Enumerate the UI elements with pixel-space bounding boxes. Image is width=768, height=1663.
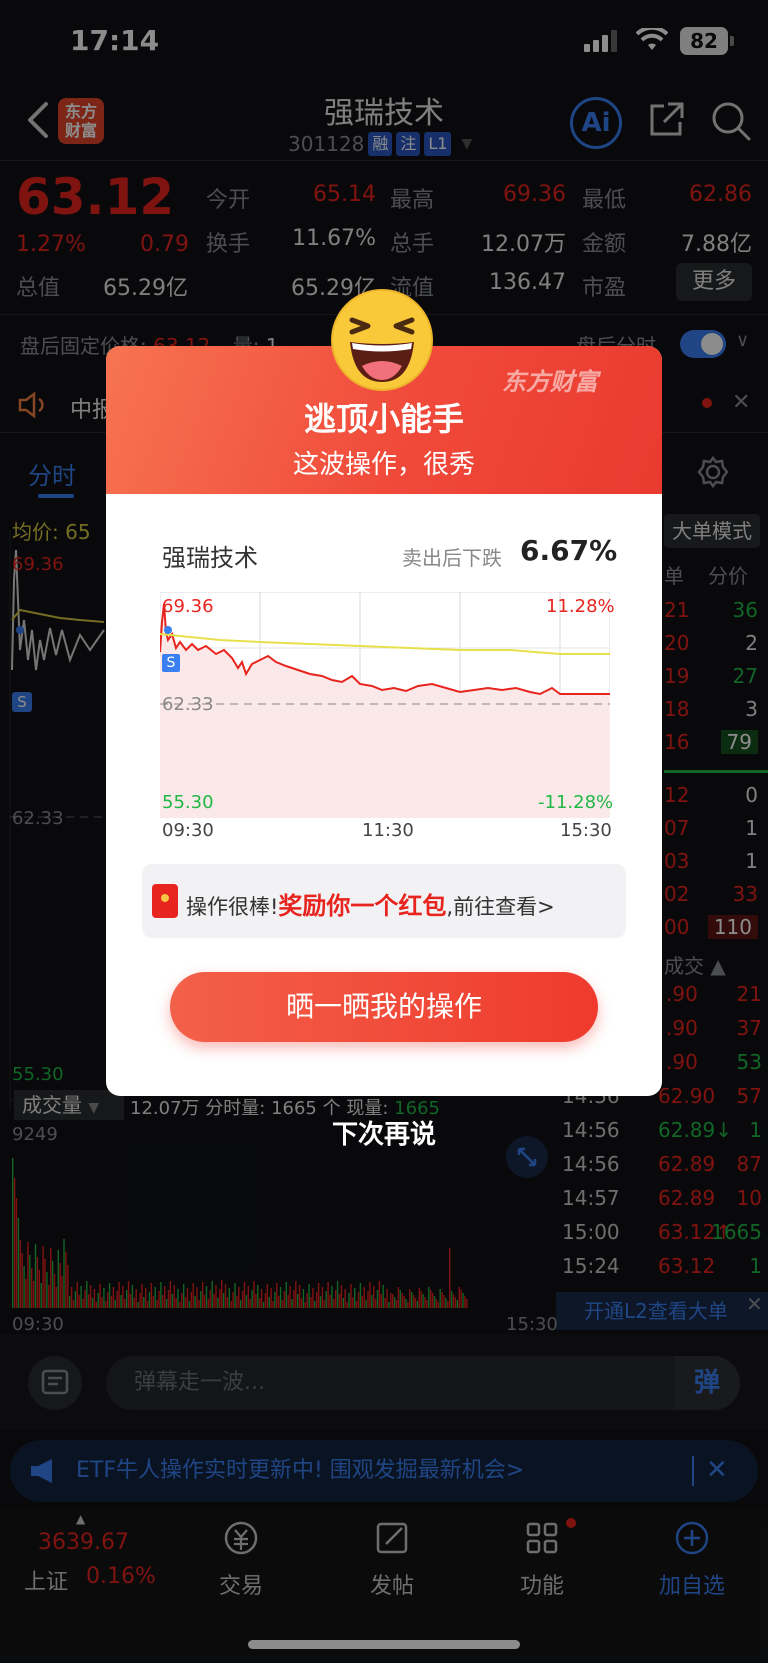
achievement-modal: 东方财富 逃顶小能手 这波操作，很秀 强瑞技术 卖出后下跌 6.67% 69.3… bbox=[106, 346, 662, 1096]
reward-text: 操作很棒!奖励你一个红包,前往查看> bbox=[186, 892, 555, 920]
modal-subtitle: 这波操作，很秀 bbox=[292, 450, 475, 480]
modal-price-chart bbox=[160, 592, 610, 818]
modal-title: 逃顶小能手 bbox=[303, 400, 464, 438]
share-operation-button[interactable]: 晒一晒我的操作 bbox=[170, 972, 598, 1042]
modal-stock-name: 强瑞技术 bbox=[162, 544, 258, 572]
modal-chart-high-pct: 11.28% bbox=[546, 596, 615, 617]
modal-time-end: 15:30 bbox=[560, 820, 612, 841]
modal-chart-low: 55.30 bbox=[162, 792, 214, 813]
red-packet-reward-row[interactable]: 操作很棒!奖励你一个红包,前往查看> bbox=[142, 864, 626, 938]
modal-chart-high: 69.36 bbox=[162, 596, 214, 617]
laughing-emoji-icon bbox=[331, 289, 433, 391]
modal-time-mid: 11:30 bbox=[362, 820, 414, 841]
brand-watermark: 东方财富 bbox=[502, 368, 598, 396]
drop-after-sell-value: 6.67% bbox=[520, 534, 618, 567]
drop-after-sell-label: 卖出后下跌 bbox=[402, 546, 502, 570]
sell-marker: S bbox=[162, 654, 180, 672]
modal-chart-low-pct: -11.28% bbox=[538, 792, 614, 813]
dismiss-later-link[interactable]: 下次再说 bbox=[0, 1114, 768, 1151]
modal-chart-base: 62.33 bbox=[162, 694, 214, 715]
red-packet-icon bbox=[152, 884, 178, 918]
modal-time-start: 09:30 bbox=[162, 820, 214, 841]
